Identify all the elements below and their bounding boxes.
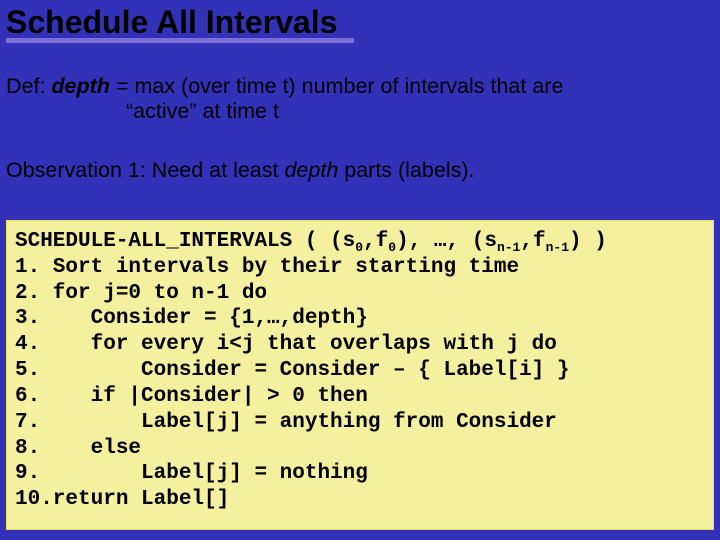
definition-block: Def: depth = max (over time t) number of… [6,74,706,123]
code-sub-n1b: n-1 [546,240,569,255]
title-block: Schedule All Intervals [6,4,354,43]
slide: Schedule All Intervals Def: depth = max … [0,0,720,540]
code-head-d: ,f [520,230,545,253]
obs-suffix: parts (labels). [338,158,474,182]
observation-block: Observation 1: Need at least depth parts… [6,158,706,184]
code-line-9: 9. Label[j] = nothing [15,462,368,485]
code-line-4: 4. for every i<j that overlaps with j do [15,333,557,356]
code-line-6: 6. if |Consider| > 0 then [15,385,368,408]
code-line-2: 2. for j=0 to n-1 do [15,282,267,305]
definition-line-2: “active” at time t [6,99,706,124]
def-eq: = max (over time t) number of intervals … [110,74,563,98]
obs-term: depth [284,158,338,182]
code-line-10: 10.return Label[] [15,488,229,511]
code-line-1: 1. Sort intervals by their starting time [15,256,519,279]
def-prefix: Def: [6,74,51,98]
code-head-b: ,f [363,230,388,253]
code-sub-0b: 0 [388,240,396,255]
code-head-a: SCHEDULE-ALL_INTERVALS ( (s [15,230,355,253]
code-sub-0a: 0 [355,240,363,255]
pseudocode-box: SCHEDULE-ALL_INTERVALS ( (s0,f0), …, (sn… [6,220,714,530]
code-head-e: ) ) [569,230,607,253]
code-head-c: ), …, (s [396,230,497,253]
code-line-5: 5. Consider = Consider – { Label[i] } [15,359,570,382]
slide-title: Schedule All Intervals [6,4,354,41]
definition-line-1: Def: depth = max (over time t) number of… [6,74,706,99]
code-line-3: 3. Consider = {1,…,depth} [15,307,368,330]
def-term: depth [51,74,110,98]
pseudocode: SCHEDULE-ALL_INTERVALS ( (s0,f0), …, (sn… [15,229,705,513]
code-line-8: 8. else [15,437,141,460]
code-line-7: 7. Label[j] = anything from Consider [15,411,557,434]
obs-prefix: Observation 1: Need at least [6,158,284,182]
code-sub-n1a: n-1 [497,240,520,255]
